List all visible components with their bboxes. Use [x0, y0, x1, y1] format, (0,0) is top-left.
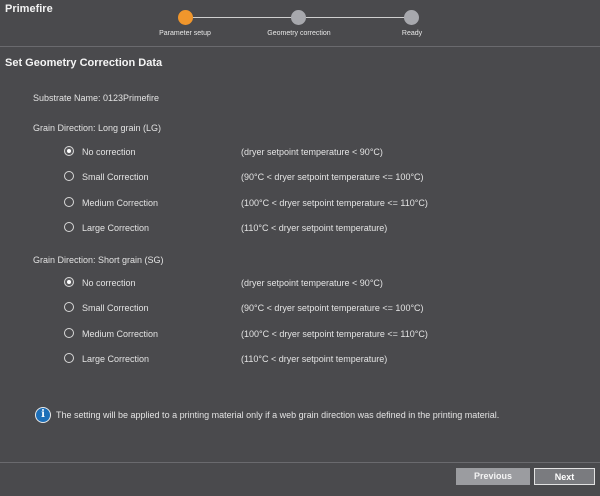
stepper-connector — [193, 17, 294, 18]
info-icon: i — [35, 407, 51, 423]
info-note: The setting will be applied to a printin… — [56, 410, 500, 420]
step-3-label: Ready — [401, 30, 423, 37]
sg-medium-correction-radio[interactable] — [64, 328, 74, 338]
sg-small-correction-label[interactable]: Small Correction — [82, 303, 149, 313]
sg-no-correction-label[interactable]: No correction — [82, 278, 136, 288]
lg-medium-correction-label[interactable]: Medium Correction — [82, 198, 158, 208]
sg-no-correction-condition: (dryer setpoint temperature < 90°C) — [241, 278, 383, 288]
lg-medium-correction-radio[interactable] — [64, 197, 74, 207]
lg-large-correction-radio[interactable] — [64, 222, 74, 232]
page-title: Set Geometry Correction Data — [5, 57, 163, 69]
sg-small-correction-radio[interactable] — [64, 302, 74, 312]
substrate-name: Substrate Name: 0123Primefire — [33, 93, 160, 103]
app-title: Primefire — [5, 3, 53, 15]
step-1-label: Parameter setup — [159, 30, 211, 37]
lg-no-correction-label[interactable]: No correction — [82, 147, 136, 157]
lg-small-correction-condition: (90°C < dryer setpoint temperature <= 10… — [241, 172, 424, 182]
sg-large-correction-condition: (110°C < dryer setpoint temperature) — [241, 354, 388, 364]
lg-no-correction-condition: (dryer setpoint temperature < 90°C) — [241, 147, 383, 157]
step-3-indicator — [404, 10, 419, 25]
long-grain-heading: Grain Direction: Long grain (LG) — [33, 123, 162, 133]
next-button[interactable]: Next — [534, 468, 595, 485]
progress-stepper: Parameter setup Geometry correction Read… — [150, 8, 440, 42]
step-2-indicator — [291, 10, 306, 25]
sg-no-correction-radio[interactable] — [64, 277, 74, 287]
sg-medium-correction-condition: (100°C < dryer setpoint temperature <= 1… — [241, 329, 428, 339]
lg-large-correction-label[interactable]: Large Correction — [82, 223, 149, 233]
sg-large-correction-radio[interactable] — [64, 353, 74, 363]
lg-medium-correction-condition: (100°C < dryer setpoint temperature <= 1… — [241, 198, 428, 208]
lg-large-correction-condition: (110°C < dryer setpoint temperature) — [241, 223, 388, 233]
stepper-connector — [306, 17, 407, 18]
sg-medium-correction-label[interactable]: Medium Correction — [82, 329, 158, 339]
lg-no-correction-radio[interactable] — [64, 146, 74, 156]
footer-divider — [0, 462, 600, 463]
sg-small-correction-condition: (90°C < dryer setpoint temperature <= 10… — [241, 303, 424, 313]
step-2-label: Geometry correction — [267, 30, 331, 37]
header-divider — [0, 46, 600, 47]
sg-large-correction-label[interactable]: Large Correction — [82, 354, 149, 364]
lg-small-correction-radio[interactable] — [64, 171, 74, 181]
previous-button[interactable]: Previous — [456, 468, 530, 485]
step-1-indicator — [178, 10, 193, 25]
short-grain-heading: Grain Direction: Short grain (SG) — [33, 255, 164, 265]
lg-small-correction-label[interactable]: Small Correction — [82, 172, 149, 182]
